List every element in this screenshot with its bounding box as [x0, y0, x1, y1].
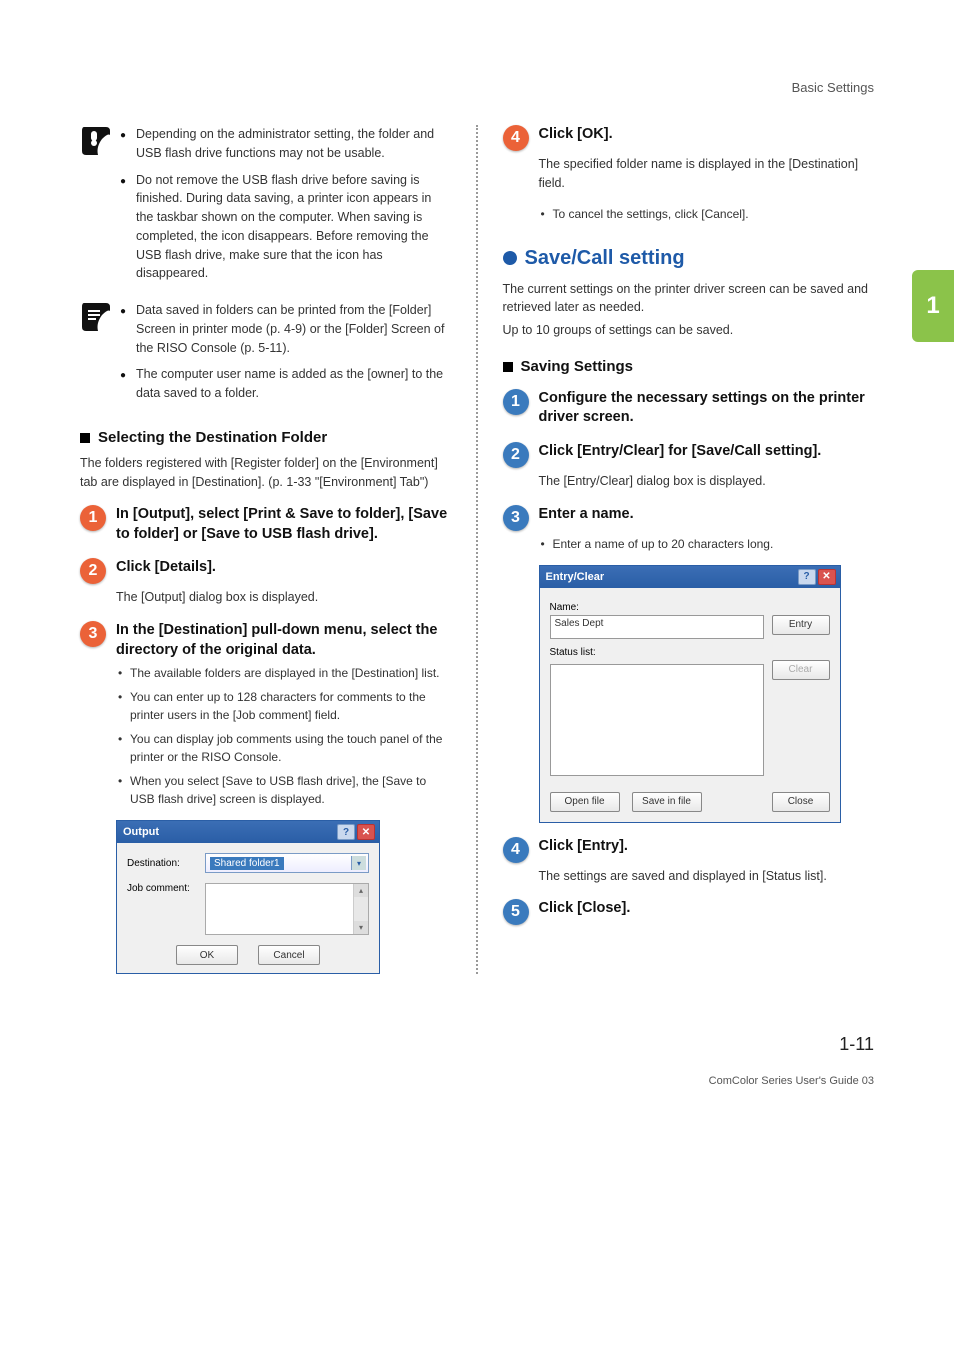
- step-4-body: The specified folder name is displayed i…: [539, 155, 875, 193]
- square-bullet-icon: [503, 362, 513, 372]
- tip-icon: [80, 301, 112, 333]
- scroll-down-icon[interactable]: ▾: [354, 921, 368, 934]
- page-number: 1-11: [709, 1034, 874, 1055]
- step-badge-3: 3: [80, 621, 106, 647]
- tip-note-2: The computer user name is added as the […: [120, 365, 452, 403]
- status-label: Status list:: [550, 647, 830, 658]
- column-divider: [476, 125, 479, 974]
- step-badge-s3: 3: [503, 505, 529, 531]
- scroll-up-icon[interactable]: ▴: [354, 884, 368, 897]
- sstep-5-title: Click [Close].: [539, 899, 631, 919]
- chapter-tab: 1: [912, 270, 954, 342]
- feature-bullet-icon: [503, 251, 517, 265]
- step-4-title: Click [OK].: [539, 125, 613, 145]
- close-icon[interactable]: ✕: [818, 569, 836, 585]
- sstep-2-title: Click [Entry/Clear] for [Save/Call setti…: [539, 442, 822, 462]
- chevron-down-icon: ▾: [351, 856, 366, 870]
- sstep-4-body: The settings are saved and displayed in …: [539, 867, 875, 886]
- step-badge-2: 2: [80, 558, 106, 584]
- step-3-title: In the [Destination] pull-down menu, sel…: [116, 621, 452, 660]
- save-in-file-button[interactable]: Save in file: [632, 792, 702, 812]
- warning-icon: [80, 125, 112, 157]
- step-badge-4: 4: [503, 125, 529, 151]
- help-icon[interactable]: ?: [798, 569, 816, 585]
- section-intro: The folders registered with [Register fo…: [80, 454, 452, 492]
- sstep-3-title: Enter a name.: [539, 505, 634, 525]
- feature-title: Save/Call setting: [525, 247, 685, 270]
- close-button[interactable]: Close: [772, 792, 830, 812]
- output-dialog-title: Output: [123, 826, 159, 838]
- jobcomment-label: Job comment:: [127, 883, 199, 894]
- step-3-bullet-4: When you select [Save to USB flash drive…: [116, 772, 452, 808]
- step-1-title: In [Output], select [Print & Save to fol…: [116, 505, 452, 544]
- destination-select[interactable]: Shared folder1 ▾: [205, 853, 369, 873]
- breadcrumb: Basic Settings: [80, 80, 874, 95]
- step-badge-s2: 2: [503, 442, 529, 468]
- feature-intro-2: Up to 10 groups of settings can be saved…: [503, 321, 875, 340]
- section-title-saving: Saving Settings: [521, 358, 634, 375]
- name-label: Name:: [550, 602, 830, 613]
- step-badge-s1: 1: [503, 389, 529, 415]
- sstep-1-title: Configure the necessary settings on the …: [539, 389, 875, 428]
- close-icon[interactable]: ✕: [357, 824, 375, 840]
- step-2-body: The [Output] dialog box is displayed.: [116, 588, 452, 607]
- destination-value: Shared folder1: [210, 857, 284, 870]
- name-field[interactable]: Sales Dept: [550, 615, 764, 639]
- step-badge-1: 1: [80, 505, 106, 531]
- warning-note-2: Do not remove the USB flash drive before…: [120, 171, 452, 284]
- section-title-dest-folder: Selecting the Destination Folder: [98, 429, 327, 446]
- entry-clear-dialog: Entry/Clear ? ✕ Name: Sales Dept Entry S…: [539, 565, 841, 823]
- warning-note-1: Depending on the administrator setting, …: [120, 125, 452, 163]
- step-3-bullet-1: The available folders are displayed in t…: [116, 664, 452, 682]
- entry-button[interactable]: Entry: [772, 615, 830, 635]
- step-3-bullet-2: You can enter up to 128 characters for c…: [116, 688, 452, 724]
- feature-intro-1: The current settings on the printer driv…: [503, 280, 875, 318]
- open-file-button[interactable]: Open file: [550, 792, 620, 812]
- step-badge-s4: 4: [503, 837, 529, 863]
- sstep-2-body: The [Entry/Clear] dialog box is displaye…: [539, 472, 875, 491]
- status-list[interactable]: [550, 664, 764, 776]
- step-3-bullet-3: You can display job comments using the t…: [116, 730, 452, 766]
- step-2-title: Click [Details].: [116, 558, 216, 578]
- cancel-button[interactable]: Cancel: [258, 945, 320, 965]
- output-dialog: Output ? ✕ Destination: Shared folder1 ▾: [116, 820, 380, 974]
- footer-line: ComColor Series User's Guide 03: [709, 1075, 874, 1087]
- step-4-bullet: To cancel the settings, click [Cancel].: [539, 205, 875, 223]
- entry-dialog-title: Entry/Clear: [546, 571, 605, 583]
- help-icon[interactable]: ?: [337, 824, 355, 840]
- jobcomment-field[interactable]: ▴ ▾: [205, 883, 369, 935]
- square-bullet-icon: [80, 433, 90, 443]
- clear-button[interactable]: Clear: [772, 660, 830, 680]
- scrollbar[interactable]: ▴ ▾: [353, 884, 368, 934]
- step-badge-s5: 5: [503, 899, 529, 925]
- sstep-4-title: Click [Entry].: [539, 837, 628, 857]
- destination-label: Destination:: [127, 858, 199, 869]
- ok-button[interactable]: OK: [176, 945, 238, 965]
- sstep-3-bullet: Enter a name of up to 20 characters long…: [539, 535, 875, 553]
- tip-note-1: Data saved in folders can be printed fro…: [120, 301, 452, 357]
